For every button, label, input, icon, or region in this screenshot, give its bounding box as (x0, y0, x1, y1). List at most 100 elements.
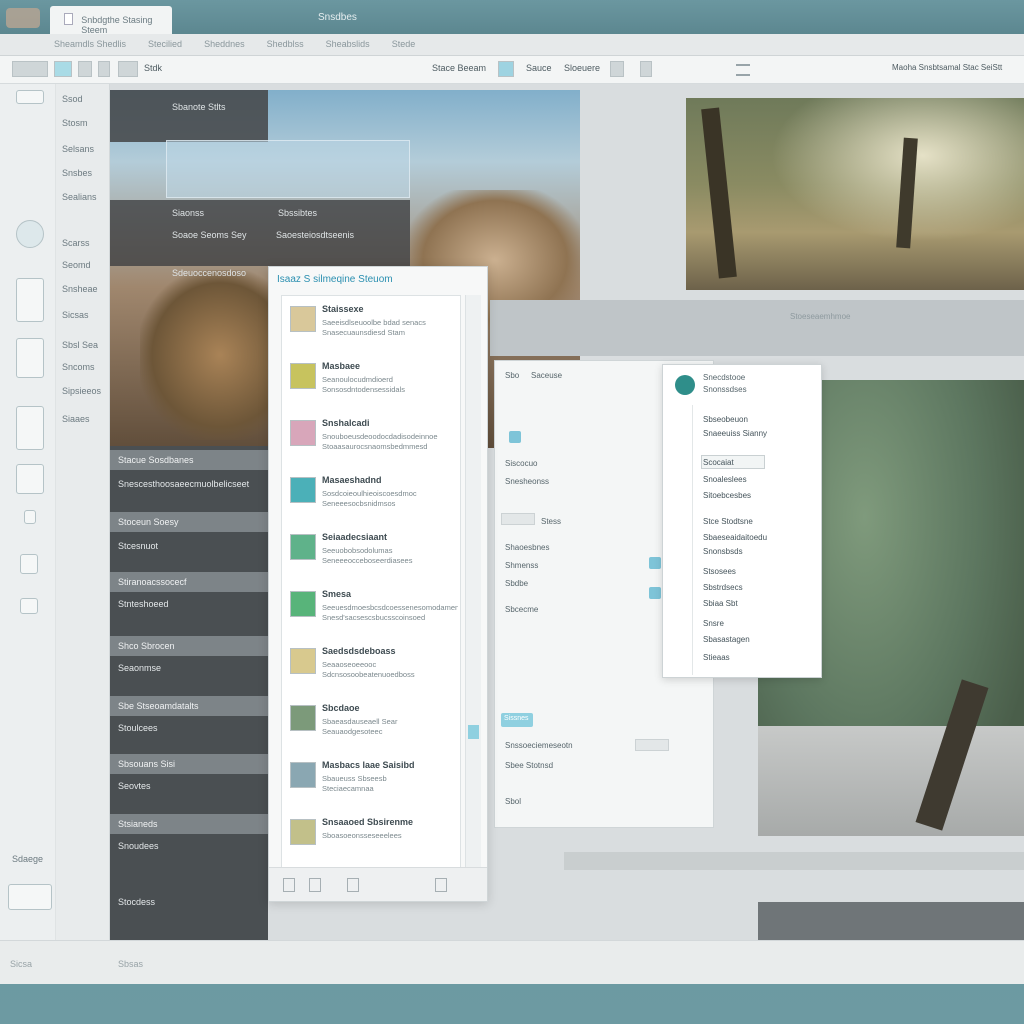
settings-row[interactable]: Shmenss (505, 561, 538, 570)
settings-row[interactable]: Siscocuo (505, 459, 537, 468)
popover-item[interactable]: Sbiaa Sbt (703, 599, 738, 608)
layer-row[interactable]: Stacue Sosdbanes (110, 450, 268, 470)
popover-item[interactable]: Sitoebcesbes (703, 491, 751, 500)
popover-item[interactable]: Sbstrdsecs (703, 583, 743, 592)
popover-item[interactable]: Snonsbsds (703, 547, 743, 556)
layer-row[interactable]: Shco Sbrocen (110, 636, 268, 656)
image-icon[interactable] (498, 61, 514, 77)
list-item[interactable]: Staissexe Saeeisdlseuoolbe bdad senacs Sna… (290, 302, 460, 358)
layer-row[interactable]: Snoudees (110, 836, 268, 856)
value-field[interactable] (635, 739, 669, 751)
popover-item[interactable]: Scocaiat (703, 458, 734, 467)
list-item[interactable]: Masbaee Seanoulocudmdioerd Sonsosdntodense… (290, 359, 460, 415)
panel-icon[interactable] (16, 90, 44, 104)
layer-row[interactable]: Stcesnuot (110, 536, 268, 556)
menu-item[interactable]: Stede (392, 39, 416, 55)
list-item[interactable]: Sbcdaoe Sbaeasdauseaell Sear Seauaodgesote… (290, 701, 460, 757)
settings-footer-row[interactable]: Sbee Stotnsd (505, 761, 553, 770)
layer-row[interactable]: Sbe Stseoamdatalts (110, 696, 268, 716)
popover-item[interactable]: Stsosees (703, 567, 736, 576)
menu-item[interactable]: Stecilied (148, 39, 182, 55)
view-toggle-button[interactable] (54, 61, 72, 77)
popover-item[interactable]: Sbasastagen (703, 635, 750, 644)
list-item[interactable]: Snsaaoed Sbsirenme Sboasoeonsseseeelees (290, 815, 460, 871)
trash-icon[interactable] (435, 878, 447, 892)
menu-item[interactable]: Sheddnes (204, 39, 245, 55)
toolbar-item[interactable]: Stace Beeam (432, 63, 486, 73)
list-item[interactable]: Smesa Seeuesdmoesbcsdcoessenesomodamens Sn… (290, 587, 460, 643)
toggle-chip[interactable] (649, 557, 661, 569)
thumbnail-icon[interactable] (8, 884, 52, 910)
settings-row[interactable]: Snesheonss (505, 477, 549, 486)
settings-footer-row[interactable]: Sbol (505, 797, 521, 806)
sidebar-label[interactable]: Stosm (62, 118, 88, 128)
layer-row[interactable]: Stnteshoeed (110, 594, 268, 614)
scrollbar[interactable] (465, 295, 481, 869)
folder-icon[interactable] (309, 878, 321, 892)
sidebar-label[interactable]: Sncoms (62, 362, 95, 372)
settings-button[interactable]: Sissnes (501, 713, 533, 727)
sidebar-label[interactable]: Sealians (62, 192, 97, 202)
globe-icon[interactable] (16, 220, 44, 248)
sidebar-label[interactable]: Sbsl Sea (62, 340, 98, 350)
export-icon[interactable] (610, 61, 624, 77)
layer-row[interactable]: Sbsouans Sisi (110, 754, 268, 774)
popover-item[interactable]: Stieaas (703, 653, 730, 662)
chart-icon[interactable] (16, 406, 44, 450)
menu-item[interactable]: Sheamdls Shedlis (54, 39, 126, 55)
layer-row[interactable]: Seaonmse (110, 658, 268, 678)
settings-row[interactable]: Saceuse (531, 371, 562, 380)
popover-item[interactable]: Sbseobeuon (703, 415, 748, 424)
document-icon[interactable] (16, 338, 44, 378)
list-item[interactable]: Masbacs laae Saisibd Sbaueuss Sbseesb Stec… (290, 758, 460, 814)
settings-row[interactable]: Shaoesbnes (505, 543, 549, 552)
list-item[interactable]: Masaeshadnd Sosdcoieoulhieoiscoesdmoc Sene… (290, 473, 460, 529)
value-field[interactable] (501, 513, 535, 525)
scroll-thumb[interactable] (468, 725, 479, 739)
toolbar-label[interactable]: Stdk (144, 63, 162, 73)
sidebar-label[interactable]: Snsbes (62, 168, 92, 178)
popover-item[interactable]: Snoaleslees (703, 475, 747, 484)
copy-icon[interactable] (347, 878, 359, 892)
sidebar-label[interactable]: Ssod (62, 94, 83, 104)
layers-icon[interactable] (16, 278, 44, 322)
toggle-chip[interactable] (509, 431, 521, 443)
menu-item[interactable]: Shedblss (267, 39, 304, 55)
menu-item[interactable]: Sheabslids (326, 39, 370, 55)
settings-row[interactable]: Sbdbe (505, 579, 528, 588)
popover-item[interactable]: Snaeeuiss Sianny (703, 429, 767, 438)
popover-item[interactable]: Sbaeseaidaitoedu (703, 533, 767, 542)
layer-row[interactable]: Snescesthoosaeecmuolbelicseet (110, 474, 268, 494)
list-item[interactable]: Snshalcadi Snouboeusdeoodocdadisodeinnoe S… (290, 416, 460, 472)
sidebar-label[interactable]: Siaaes (62, 414, 90, 424)
layer-row[interactable]: Stoceun Soesy (110, 512, 268, 532)
brush-icon[interactable] (16, 464, 44, 494)
toolbar-item[interactable]: Sauce (526, 63, 552, 73)
sidebar-label[interactable]: Snsheae (62, 284, 98, 294)
clip-icon[interactable] (24, 510, 36, 524)
settings-footer-row[interactable]: Snssoeciemeseotn (505, 741, 573, 750)
list-item[interactable]: Seiaadecsiaant Seeuobobsodolumas Seneeeocc… (290, 530, 460, 586)
sidebar-label[interactable]: Seomd (62, 260, 91, 270)
popover-item[interactable]: Stce Stodtsne (703, 517, 753, 526)
layer-row[interactable]: Seovtes (110, 776, 268, 796)
sidebar-label[interactable]: Scarss (62, 238, 90, 248)
list-item[interactable]: Saedsdsdeboass Seaaoseoeeooc Sdcnsosoobeat… (290, 644, 460, 700)
zoom-button[interactable] (78, 61, 92, 77)
shape-icon[interactable] (20, 598, 38, 614)
layer-row[interactable]: Stiranoacssocecf (110, 572, 268, 592)
sidebar-label[interactable]: Selsans (62, 144, 94, 154)
layer-row[interactable]: Stsianeds (110, 814, 268, 834)
settings-row[interactable]: Sbcecme (505, 605, 538, 614)
layout-button[interactable] (12, 61, 48, 77)
document-icon[interactable] (283, 878, 295, 892)
layer-row[interactable]: Stocdess (110, 892, 268, 912)
toolbar-item[interactable]: Sloeuere (564, 63, 600, 73)
toggle-chip[interactable] (649, 587, 661, 599)
frame-button[interactable] (118, 61, 138, 77)
menu-icon[interactable] (736, 64, 750, 76)
layer-row[interactable]: Stoulcees (110, 718, 268, 738)
sidebar-label[interactable]: Sipsieeos (62, 386, 101, 396)
grid-button[interactable] (98, 61, 110, 77)
settings-row[interactable]: Stess (541, 517, 561, 526)
